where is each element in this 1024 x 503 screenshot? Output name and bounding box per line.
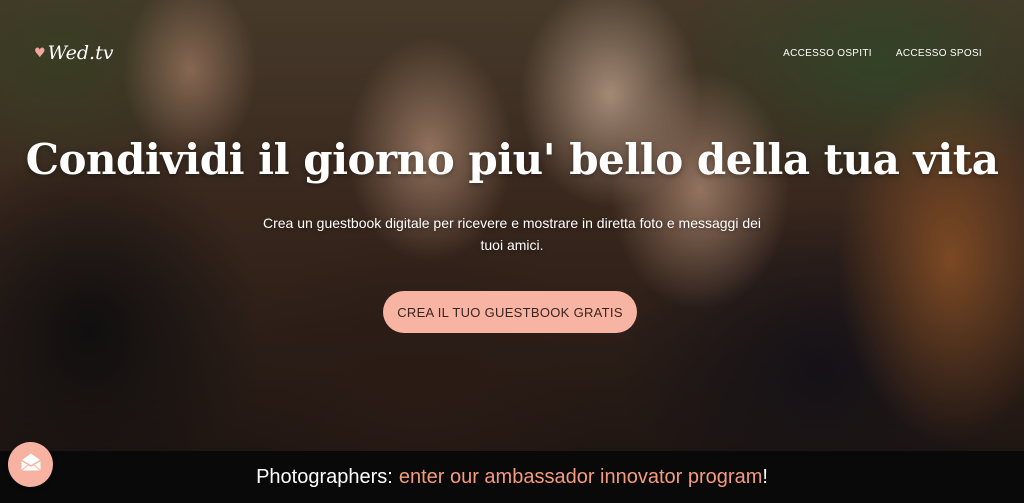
- logo-text: Wed.tv: [47, 42, 114, 64]
- envelope-icon: [19, 451, 43, 478]
- create-guestbook-button[interactable]: CREA IL TUO GUESTBOOK GRATIS: [383, 291, 637, 333]
- message-fab-button[interactable]: [8, 442, 53, 487]
- nav-link-guest-access[interactable]: ACCESSO OSPITI: [783, 48, 872, 59]
- top-nav: ACCESSO OSPITI ACCESSO SPOSI: [783, 48, 982, 59]
- heart-icon: ♥: [34, 45, 46, 61]
- promo-suffix: !: [762, 465, 768, 488]
- nav-link-couple-access[interactable]: ACCESSO SPOSI: [896, 48, 982, 59]
- ambassador-program-link[interactable]: enter our ambassador innovator program: [399, 466, 763, 489]
- hero-section: ♥ Wed.tv ACCESSO OSPITI ACCESSO SPOSI Co…: [0, 0, 1024, 451]
- hero-title: Condividi il giorno piu' bello della tua…: [25, 135, 999, 184]
- ambassador-promo-bar: Photographers: enter our ambassador inno…: [0, 451, 1024, 503]
- hero-subtitle: Crea un guestbook digitale per ricevere …: [262, 215, 762, 253]
- promo-prefix: Photographers:: [256, 465, 393, 488]
- site-logo[interactable]: ♥ Wed.tv: [34, 42, 113, 64]
